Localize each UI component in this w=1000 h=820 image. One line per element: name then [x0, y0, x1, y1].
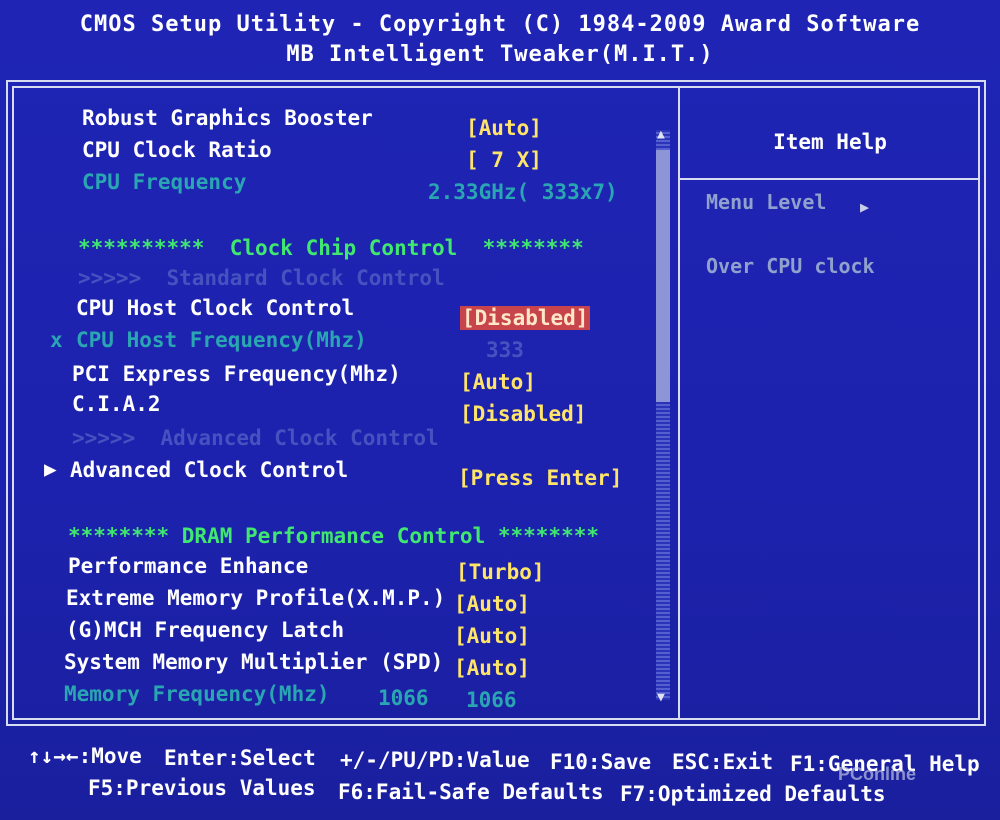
- setting-label-xmp[interactable]: Extreme Memory Profile(X.M.P.): [66, 586, 445, 610]
- key-hint-exit: ESC:Exit: [672, 750, 774, 774]
- bios-header: CMOS Setup Utility - Copyright (C) 1984-…: [0, 10, 1000, 70]
- setting-label-performance-enhance[interactable]: Performance Enhance: [68, 554, 308, 578]
- watermark-logo: PConline: [838, 764, 917, 784]
- selected-value-highlight[interactable]: [Disabled]: [460, 306, 591, 330]
- setting-label-gmch-latch[interactable]: (G)MCH Frequency Latch: [66, 618, 344, 642]
- header-subtitle: MB Intelligent Tweaker(M.I.T.): [286, 42, 714, 67]
- menu-level-arrow-icon: ▶: [860, 198, 870, 216]
- setting-label-robust-graphics[interactable]: Robust Graphics Booster: [82, 106, 373, 130]
- subsection-advanced-clock: >>>>> Advanced Clock Control: [72, 426, 439, 450]
- info-value-memory-frequency-1: 1066: [378, 686, 429, 710]
- help-menu-level: Menu Level: [706, 190, 827, 214]
- key-hint-failsafe-defaults: F6:Fail-Safe Defaults: [338, 780, 604, 804]
- key-hint-previous-values: F5:Previous Values: [88, 776, 316, 800]
- section-header-clock-chip: ********** Clock Chip Control ********: [78, 236, 584, 260]
- locked-marker: x: [50, 328, 63, 352]
- help-description: Over CPU clock: [706, 254, 875, 278]
- submenu-label-advanced-clock-control[interactable]: Advanced Clock Control: [70, 458, 348, 482]
- setting-value-cpu-clock-ratio[interactable]: [ 7 X]: [466, 148, 542, 172]
- submenu-pointer-icon: ▶: [44, 457, 57, 481]
- key-hint-move: ↑↓→←:Move: [28, 744, 142, 768]
- setting-value-performance-enhance[interactable]: [Turbo]: [456, 560, 545, 584]
- setting-label-pci-express-frequency[interactable]: PCI Express Frequency(Mhz): [72, 362, 401, 386]
- setting-label-cpu-clock-ratio[interactable]: CPU Clock Ratio: [82, 138, 272, 162]
- info-label-memory-frequency: Memory Frequency(Mhz): [64, 682, 330, 706]
- setting-value-xmp[interactable]: [Auto]: [454, 592, 530, 616]
- info-label-cpu-frequency: CPU Frequency: [82, 170, 247, 194]
- subsection-standard-clock: >>>>> Standard Clock Control: [78, 266, 445, 290]
- info-value-cpu-host-frequency: 333: [486, 338, 524, 362]
- setting-value-system-memory-multiplier[interactable]: [Auto]: [454, 656, 530, 680]
- panel-divider: [678, 86, 680, 720]
- key-hint-value: +/-/PU/PD:Value: [340, 748, 530, 772]
- setting-label-cpu-host-clock-control[interactable]: CPU Host Clock Control: [76, 296, 354, 320]
- info-value-cpu-frequency: 2.33GHz( 333x7): [428, 180, 618, 204]
- key-hint-select: Enter:Select: [164, 746, 316, 770]
- setting-value-gmch-latch[interactable]: [Auto]: [454, 624, 530, 648]
- key-hint-save: F10:Save: [550, 750, 652, 774]
- scroll-down-arrow-icon[interactable]: ▼: [657, 690, 665, 705]
- scrollbar-thumb[interactable]: [656, 150, 670, 402]
- help-separator: [680, 178, 980, 180]
- key-hint-optimized-defaults: F7:Optimized Defaults: [620, 782, 886, 806]
- help-panel-title: Item Help: [773, 130, 887, 154]
- setting-value-pci-express-frequency[interactable]: [Auto]: [460, 370, 536, 394]
- setting-label-system-memory-multiplier[interactable]: System Memory Multiplier (SPD): [64, 650, 443, 674]
- submenu-value-advanced-clock-control[interactable]: [Press Enter]: [458, 466, 622, 490]
- info-label-cpu-host-frequency: CPU Host Frequency(Mhz): [76, 328, 367, 352]
- setting-value-cpu-host-clock-control[interactable]: [Disabled]: [460, 306, 591, 330]
- scroll-up-arrow-icon[interactable]: ▲: [657, 127, 665, 142]
- setting-value-robust-graphics[interactable]: [Auto]: [466, 116, 542, 140]
- setting-value-cia2[interactable]: [Disabled]: [460, 402, 586, 426]
- section-header-dram: ******** DRAM Performance Control ******…: [68, 524, 600, 548]
- info-value-memory-frequency-2: 1066: [466, 688, 517, 712]
- header-title: CMOS Setup Utility - Copyright (C) 1984-…: [79, 12, 921, 37]
- setting-label-cia2[interactable]: C.I.A.2: [72, 392, 161, 416]
